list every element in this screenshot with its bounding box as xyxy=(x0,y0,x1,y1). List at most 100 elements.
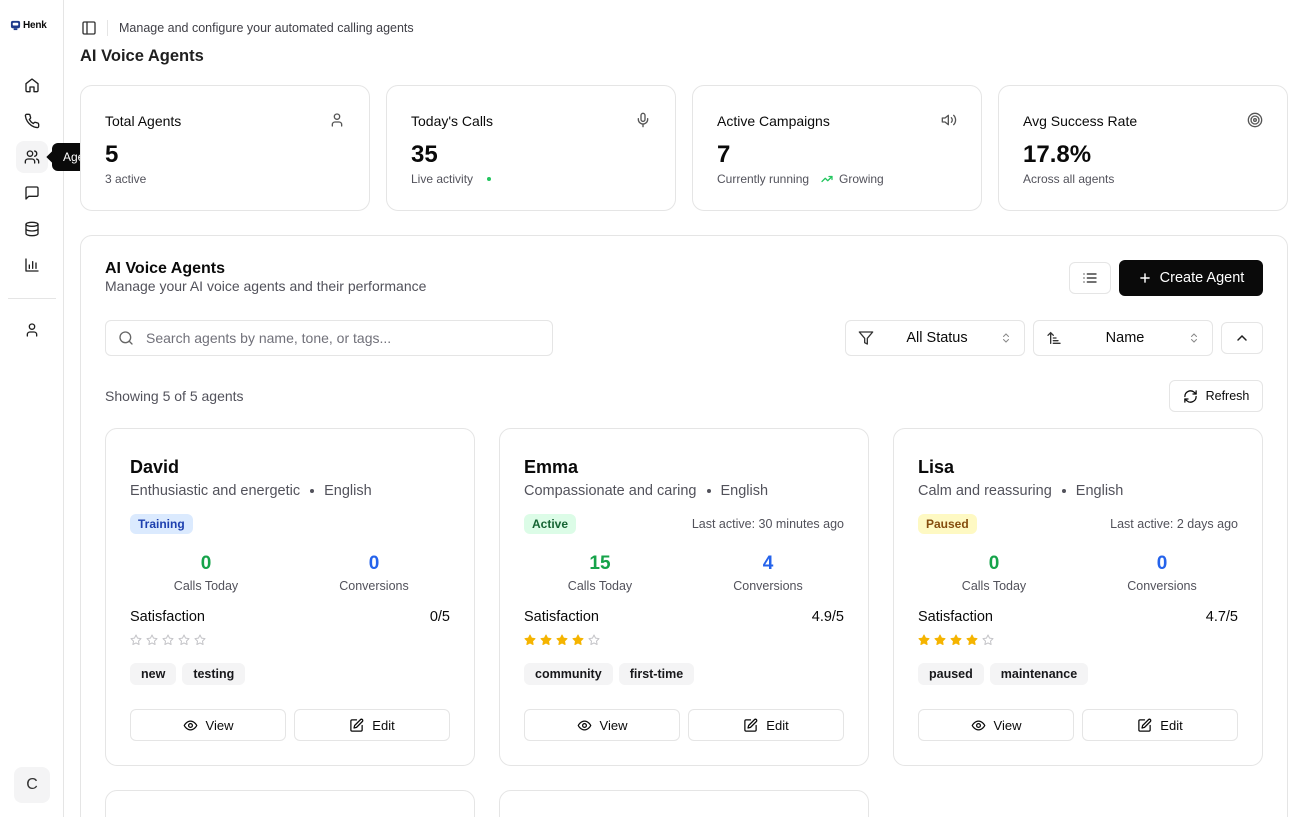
star-filled-icon xyxy=(966,634,978,645)
search-input[interactable] xyxy=(146,330,526,346)
eye-icon xyxy=(971,720,985,730)
edit-label: Edit xyxy=(766,717,789,733)
chevron-up-icon xyxy=(1237,334,1247,341)
stat-card-success-rate: Avg Success Rate 17.8% Across all agents xyxy=(998,85,1288,211)
calls-today-label: Calls Today xyxy=(567,579,633,593)
trend-label: Growing xyxy=(839,172,884,186)
satisfaction-stars xyxy=(918,634,994,646)
eye-icon xyxy=(577,720,591,730)
last-active: Last active: 2 days ago xyxy=(1110,517,1238,531)
sort-direction-button[interactable] xyxy=(1221,322,1263,354)
target-icon xyxy=(1247,112,1263,128)
edit-button[interactable]: Edit xyxy=(294,709,450,741)
message-icon xyxy=(25,186,39,200)
edit-label: Edit xyxy=(372,717,395,733)
edit-button[interactable]: Edit xyxy=(688,709,844,741)
conversions-metric: 4 Conversions xyxy=(688,553,848,593)
satisfaction-label: Satisfaction xyxy=(524,609,599,625)
agent-card-partial xyxy=(499,790,869,817)
conversions-value: 0 xyxy=(1156,553,1168,574)
brand-name: Henk xyxy=(23,20,47,31)
view-button[interactable]: View xyxy=(918,709,1074,741)
stat-label: Today's Calls xyxy=(411,113,494,129)
stat-subtext: 3 active xyxy=(105,172,146,186)
calls-today-label: Calls Today xyxy=(173,579,239,593)
header-subtitle: Manage and configure your automated call… xyxy=(119,21,414,35)
star-empty-icon xyxy=(178,634,190,645)
stat-value: 35 xyxy=(411,141,438,168)
search-box[interactable] xyxy=(105,320,553,356)
conversions-label: Conversions xyxy=(733,579,803,593)
conversions-metric: 0 Conversions xyxy=(294,553,454,593)
agent-tags: paused maintenance xyxy=(918,663,1089,685)
nav-home[interactable] xyxy=(16,69,48,101)
home-icon xyxy=(25,78,39,93)
robot-logo-icon xyxy=(10,20,21,31)
live-indicator xyxy=(487,177,492,181)
conversions-value: 4 xyxy=(762,553,774,574)
conversions-value: 0 xyxy=(368,553,380,574)
calls-today-value: 0 xyxy=(988,553,1000,574)
search-icon xyxy=(119,331,133,345)
nav-calls[interactable] xyxy=(16,105,48,137)
stat-card-todays-calls: Today's Calls 35 Live activity xyxy=(386,85,676,211)
edit-button[interactable]: Edit xyxy=(1082,709,1238,741)
status-filter-select[interactable]: All Status xyxy=(845,320,1025,356)
agent-language: English xyxy=(1075,483,1124,499)
chevrons-up-down-icon xyxy=(1191,333,1197,343)
calls-today-metric: 15 Calls Today xyxy=(520,553,680,593)
sidebar-toggle-icon[interactable] xyxy=(81,20,97,36)
panel-title: AI Voice Agents xyxy=(105,260,226,277)
agent-tags: community first-time xyxy=(524,663,695,685)
star-empty-icon xyxy=(982,634,994,645)
nav-divider xyxy=(8,298,56,299)
last-active: Last active: 30 minutes ago xyxy=(691,517,844,531)
stat-sub-text: Across all agents xyxy=(1023,172,1115,186)
avatar[interactable]: C xyxy=(14,767,50,803)
nav-analytics[interactable] xyxy=(16,249,48,281)
sidebar: Henk C xyxy=(0,0,64,817)
star-filled-icon xyxy=(934,634,946,645)
database-icon xyxy=(25,221,39,237)
calls-today-metric: 0 Calls Today xyxy=(126,553,286,593)
brand-logo[interactable]: Henk xyxy=(10,20,47,31)
agent-card-partial xyxy=(105,790,475,817)
create-agent-button[interactable]: Create Agent xyxy=(1119,260,1263,296)
nav-database[interactable] xyxy=(16,213,48,245)
sort-value: Name xyxy=(1105,330,1145,346)
tag: testing xyxy=(182,663,246,685)
trending-up-icon xyxy=(821,175,833,183)
list-icon xyxy=(1083,273,1097,283)
view-button[interactable]: View xyxy=(130,709,286,741)
stat-label: Avg Success Rate xyxy=(1023,113,1138,129)
plus-icon xyxy=(1139,273,1150,283)
satisfaction-stars xyxy=(130,634,206,646)
status-filter-value: All Status xyxy=(906,330,968,346)
list-view-button[interactable] xyxy=(1069,262,1111,294)
star-empty-icon xyxy=(162,634,174,645)
agent-language: English xyxy=(720,483,769,499)
star-filled-icon xyxy=(556,634,568,645)
stat-card-active-campaigns: Active Campaigns 7 Currently running Gro… xyxy=(692,85,982,211)
star-filled-icon xyxy=(950,634,962,645)
view-label: View xyxy=(205,717,234,733)
tag: paused xyxy=(918,663,984,685)
star-filled-icon xyxy=(524,634,536,645)
calls-today-label: Calls Today xyxy=(961,579,1027,593)
user-icon xyxy=(331,113,343,127)
view-button[interactable]: View xyxy=(524,709,680,741)
nav-messages[interactable] xyxy=(16,177,48,209)
page-title: AI Voice Agents xyxy=(80,47,204,65)
stat-sub-text: 3 active xyxy=(105,172,147,186)
star-filled-icon xyxy=(918,634,930,645)
agents-panel: AI Voice Agents Manage your AI voice age… xyxy=(80,235,1288,817)
nav-agents[interactable] xyxy=(16,141,48,173)
nav-profile[interactable] xyxy=(16,314,48,346)
agent-name: Lisa xyxy=(918,457,955,477)
agent-tone: Enthusiastic and energetic xyxy=(130,483,301,499)
agent-name: David xyxy=(130,457,180,477)
edit-icon xyxy=(350,718,364,732)
satisfaction-value: 4.7/5 xyxy=(1205,609,1238,625)
sort-select[interactable]: Name xyxy=(1033,320,1213,356)
refresh-button[interactable]: Refresh xyxy=(1169,380,1263,412)
